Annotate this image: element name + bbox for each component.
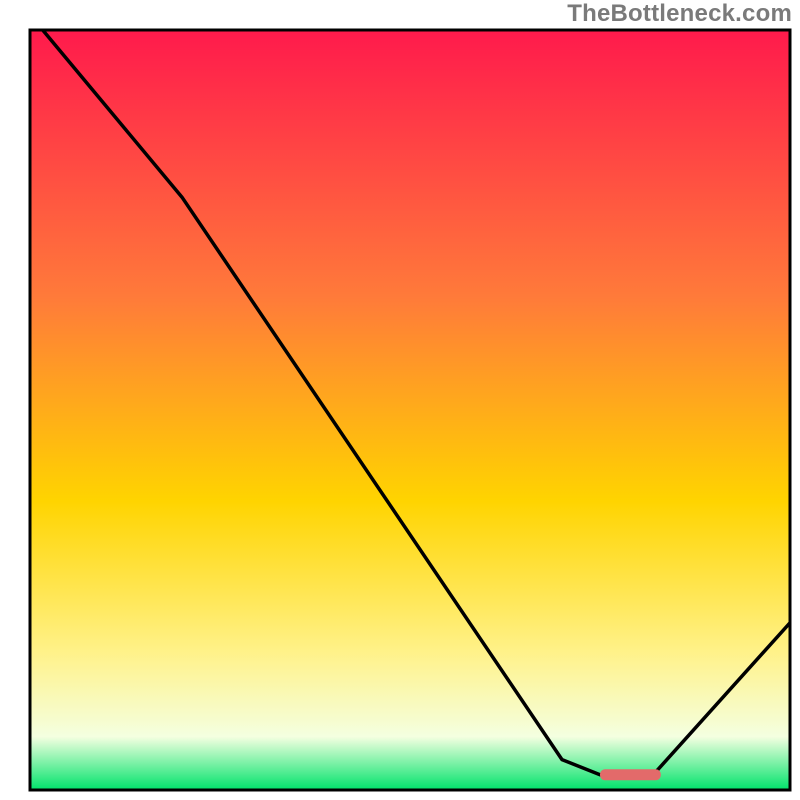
chart-container: TheBottleneck.com [0,0,800,800]
plot-background [30,30,790,790]
optimal-marker [600,769,661,780]
bottleneck-chart [0,0,800,800]
